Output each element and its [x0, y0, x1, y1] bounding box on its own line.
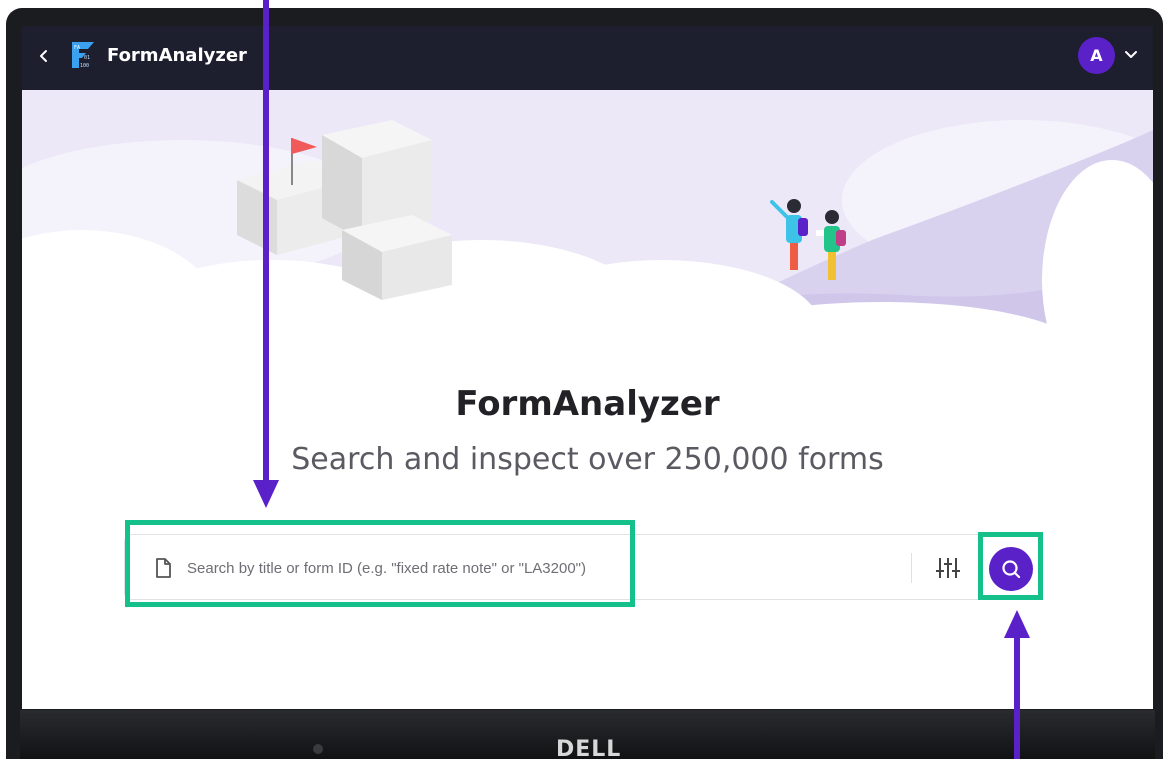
back-icon[interactable] [32, 44, 56, 68]
annotation-arrow-up [1014, 630, 1020, 759]
top-navigation-bar: FA 01 100 FormAnalyzer A [22, 26, 1153, 90]
highlight-box-search-button [978, 532, 1043, 600]
search-divider [911, 553, 912, 583]
user-avatar[interactable]: A [1078, 37, 1115, 74]
logo-text-fa: FA [74, 45, 80, 51]
page-subtitle: Search and inspect over 250,000 forms [291, 442, 884, 477]
sliders-icon[interactable] [935, 555, 961, 581]
bezel-sensor [313, 744, 323, 754]
hero-illustration [22, 90, 1153, 420]
app-name[interactable]: FormAnalyzer [107, 45, 247, 66]
logo-text-100: 100 [80, 63, 89, 69]
highlight-box-search-field [125, 520, 635, 607]
app-logo-icon: FA 01 100 [70, 40, 96, 70]
logo-text-01: 01 [84, 55, 90, 61]
page-title: FormAnalyzer [455, 384, 720, 424]
annotation-arrow-down [263, 0, 269, 488]
annotation-arrow-up-head [1004, 610, 1030, 638]
device-brand-logo: DELL [556, 737, 622, 759]
annotation-arrow-down-head [253, 480, 279, 508]
chevron-down-icon[interactable] [1123, 48, 1139, 62]
